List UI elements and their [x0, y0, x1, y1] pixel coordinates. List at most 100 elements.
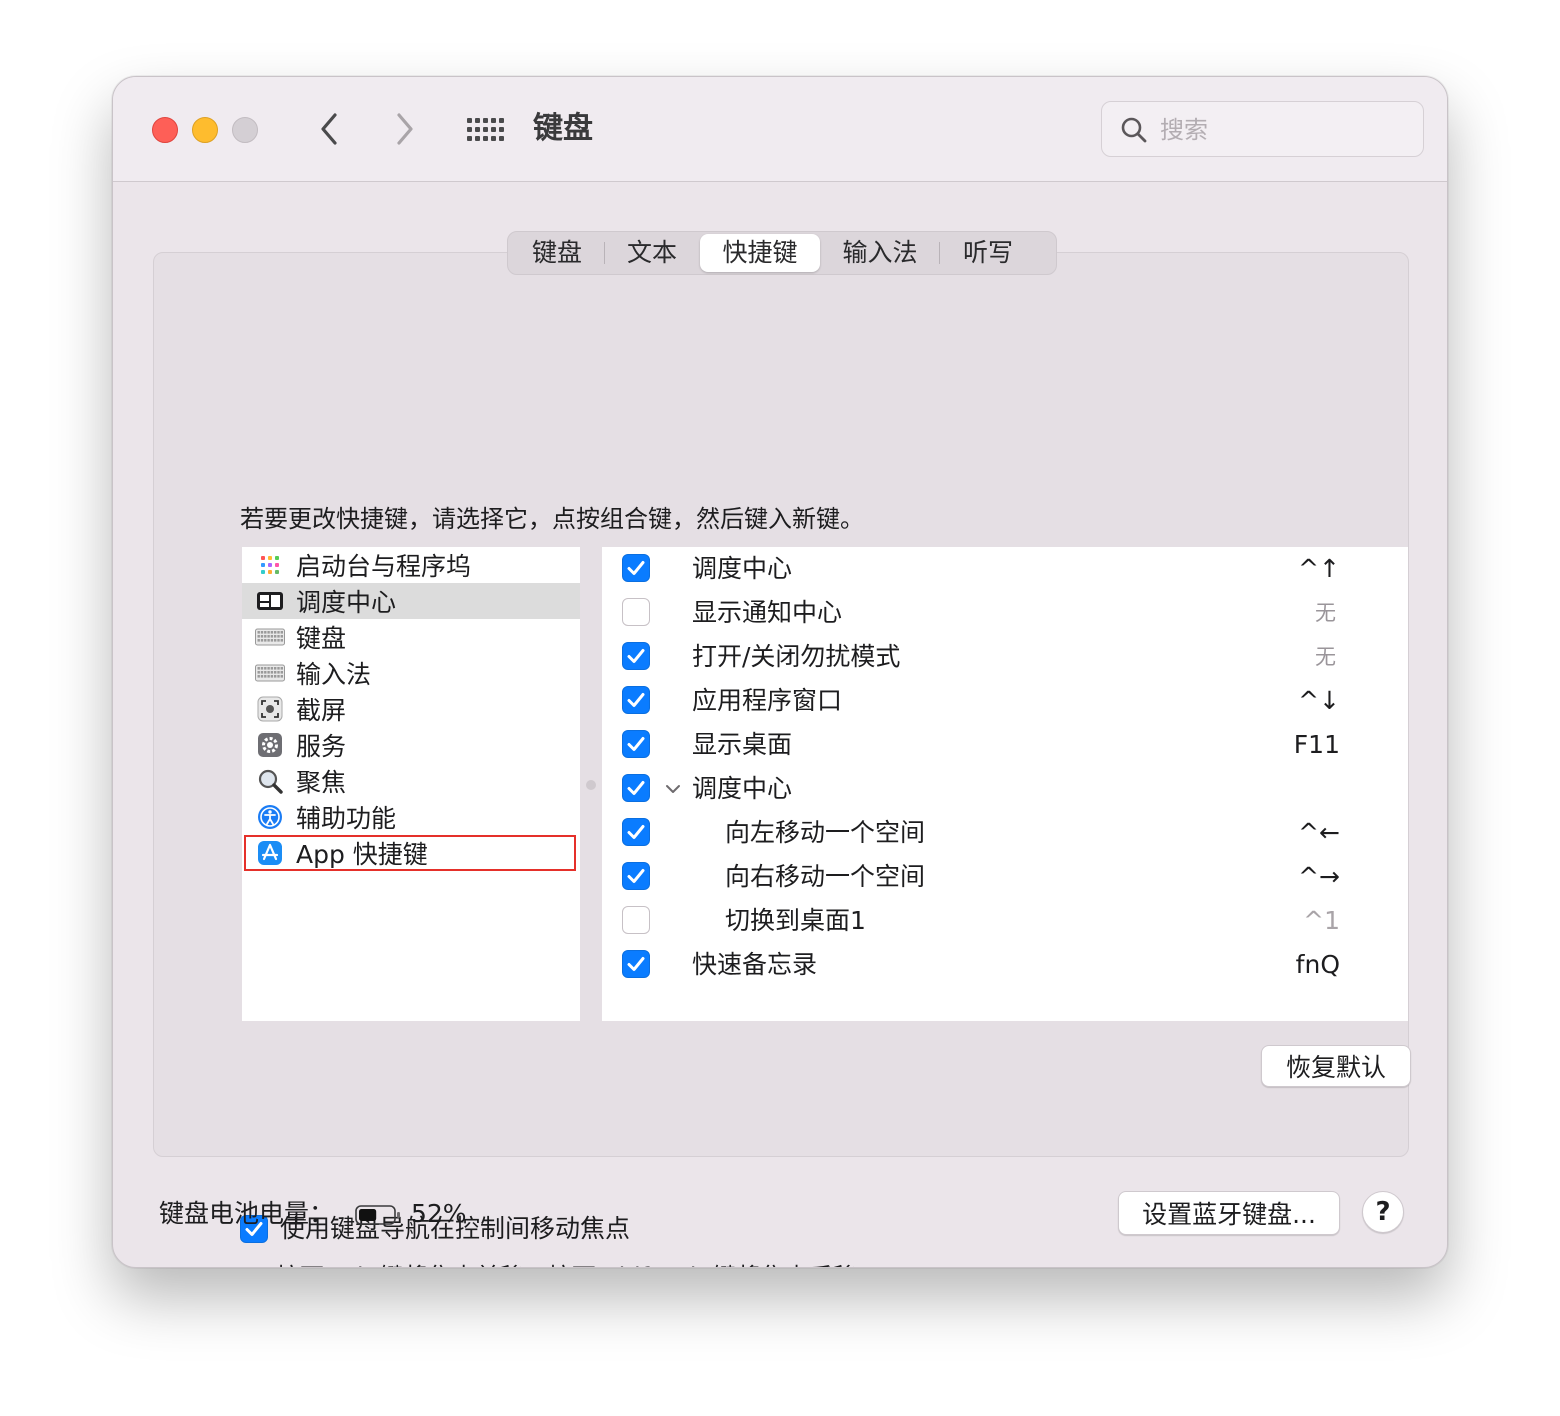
category-item[interactable]: 启动台与程序坞 — [242, 547, 580, 583]
window-title: 键盘 — [533, 111, 593, 146]
close-button[interactable] — [152, 117, 178, 143]
category-item[interactable]: App 快捷键 — [244, 835, 576, 871]
shortcut-row[interactable]: 显示通知中心 无 — [602, 591, 1408, 635]
shortcut-checkbox[interactable] — [622, 642, 650, 670]
setup-bluetooth-keyboard-button[interactable]: 设置蓝牙键盘... — [1118, 1191, 1340, 1235]
services-gear-icon — [255, 730, 285, 760]
shortcut-checkbox[interactable] — [622, 686, 650, 714]
category-item[interactable]: 辅助功能 — [242, 799, 580, 835]
minimize-button[interactable] — [192, 117, 218, 143]
search-field[interactable] — [1101, 101, 1424, 157]
shortcut-row[interactable]: 调度中心 — [602, 767, 1408, 811]
category-label: 辅助功能 — [296, 804, 397, 833]
checkmark-icon — [627, 737, 645, 751]
category-label: 调度中心 — [296, 588, 397, 617]
shortcut-row[interactable]: 应用程序窗口 ^↓ — [602, 679, 1408, 723]
battery-level-fill — [359, 1209, 377, 1221]
spotlight-icon — [255, 766, 285, 796]
shortcut-checkbox[interactable] — [622, 818, 650, 846]
shortcut-row[interactable]: 向左移动一个空间 ^← — [602, 811, 1408, 855]
shortcut-checkbox[interactable] — [622, 598, 650, 626]
shortcut-row[interactable]: 调度中心 ^↑ — [602, 547, 1408, 591]
category-list[interactable]: 启动台与程序坞调度中心键盘 输入法 截屏服务聚焦辅助功能 App 快捷键 — [242, 547, 580, 1021]
category-label: 聚焦 — [296, 768, 347, 797]
shortcut-label: 调度中心 — [692, 554, 793, 583]
shortcut-checkbox[interactable] — [622, 554, 650, 582]
chevron-left-icon — [321, 113, 337, 145]
checkmark-icon — [627, 957, 645, 971]
chevron-down-icon[interactable] — [664, 781, 682, 795]
shortcut-label: 打开/关闭勿扰模式 — [692, 642, 901, 671]
shortcut-label: 快速备忘录 — [692, 950, 818, 979]
shortcut-key[interactable]: ^↑ — [1298, 551, 1340, 587]
mission-control-icon — [255, 586, 285, 616]
shortcut-list[interactable]: 调度中心 ^↑ 显示通知中心无打开/关闭勿扰模式无应用程序窗口 ^↓ 显示桌面 F11 调度… — [602, 547, 1408, 1021]
checkmark-icon — [627, 561, 645, 575]
shortcut-checkbox[interactable] — [622, 730, 650, 758]
shortcut-label: 显示桌面 — [692, 730, 793, 759]
shortcut-checkbox[interactable] — [622, 950, 650, 978]
checkmark-icon — [627, 781, 645, 795]
shortcut-key[interactable]: 无 — [1315, 639, 1336, 675]
shortcut-label: 向左移动一个空间 — [725, 818, 926, 847]
shortcut-row[interactable]: 快速备忘录 fnQ — [602, 943, 1408, 987]
shortcut-checkbox[interactable] — [622, 862, 650, 890]
splitter-handle[interactable] — [586, 780, 596, 790]
shortcut-key[interactable]: fnQ — [1296, 947, 1340, 983]
shortcuts-panel: 若要更改快捷键，请选择它，点按组合键，然后键入新键。 启动台与程序坞 调度中心 键盘… — [153, 252, 1411, 1267]
shortcut-label: 显示通知中心 — [692, 598, 843, 627]
keyboard-icon — [255, 622, 285, 652]
battery-icon — [355, 1205, 400, 1225]
instructions-text: 若要更改快捷键，请选择它，点按组合键，然后键入新键。 — [240, 505, 864, 533]
shortcut-key[interactable]: 无 — [1315, 595, 1336, 631]
battery-percent: 52% — [411, 1199, 467, 1228]
shortcut-checkbox[interactable] — [622, 906, 650, 934]
keyboard-preferences-window: 键盘 若要更改快捷键，请选择它，点按组合键，然后键入新键。 启动台与程序坞调度中… — [112, 76, 1448, 1268]
tab-4[interactable]: 听写 — [940, 234, 1036, 272]
category-label: 服务 — [296, 732, 347, 761]
shortcut-row[interactable]: 打开/关闭勿扰模式 无 — [602, 635, 1408, 679]
shortcut-label: 向右移动一个空间 — [725, 862, 926, 891]
shortcut-key[interactable]: ^→ — [1298, 859, 1340, 895]
category-item[interactable]: 调度中心 — [242, 583, 580, 619]
tab-bar: 键盘 文本 快捷键 输入法 听写 — [507, 231, 1057, 275]
shortcut-key[interactable]: ^1 — [1303, 903, 1340, 939]
grid-icon — [467, 118, 504, 141]
shortcut-row[interactable]: 向右移动一个空间 ^→ — [602, 855, 1408, 899]
tab-2[interactable]: 快捷键 — [700, 234, 820, 272]
shortcut-key[interactable]: F11 — [1294, 727, 1340, 763]
input-method-icon — [255, 658, 285, 688]
show-all-button[interactable] — [463, 113, 507, 147]
shortcut-label: 应用程序窗口 — [692, 686, 843, 715]
shortcut-row[interactable]: 切换到桌面1 ^1 — [602, 899, 1408, 943]
category-item[interactable]: 输入法 — [242, 655, 580, 691]
shortcut-key[interactable]: ^↓ — [1298, 683, 1340, 719]
checkmark-icon — [627, 869, 645, 883]
tab-3[interactable]: 输入法 — [821, 234, 939, 272]
shortcut-key[interactable]: ^← — [1298, 815, 1340, 851]
tab-1[interactable]: 文本 — [605, 234, 699, 272]
shortcut-row[interactable]: 显示桌面 F11 — [602, 723, 1408, 767]
category-item[interactable]: 截屏 — [242, 691, 580, 727]
titlebar: 键盘 — [113, 77, 1447, 182]
checkmark-icon — [627, 649, 645, 663]
category-item[interactable]: 聚焦 — [242, 763, 580, 799]
checkmark-icon — [627, 693, 645, 707]
shortcut-label: 切换到桌面1 — [725, 906, 866, 935]
shortcut-checkbox[interactable] — [622, 774, 650, 802]
forward-button[interactable] — [385, 107, 425, 151]
search-input[interactable] — [1160, 112, 1410, 148]
category-item[interactable]: 键盘 — [242, 619, 580, 655]
screenshot-icon — [255, 694, 285, 724]
help-button[interactable]: ? — [1362, 1191, 1404, 1233]
accessibility-icon — [255, 802, 285, 832]
battery-label: 键盘电池电量： — [159, 1199, 335, 1228]
restore-defaults-button[interactable]: 恢复默认 — [1261, 1045, 1411, 1087]
category-item[interactable]: 服务 — [242, 727, 580, 763]
back-button[interactable] — [309, 107, 349, 151]
category-label: 键盘 — [296, 624, 347, 653]
zoom-button[interactable] — [232, 117, 258, 143]
checkmark-icon — [627, 825, 645, 839]
search-icon — [1121, 117, 1147, 143]
tab-0[interactable]: 键盘 — [510, 234, 604, 272]
